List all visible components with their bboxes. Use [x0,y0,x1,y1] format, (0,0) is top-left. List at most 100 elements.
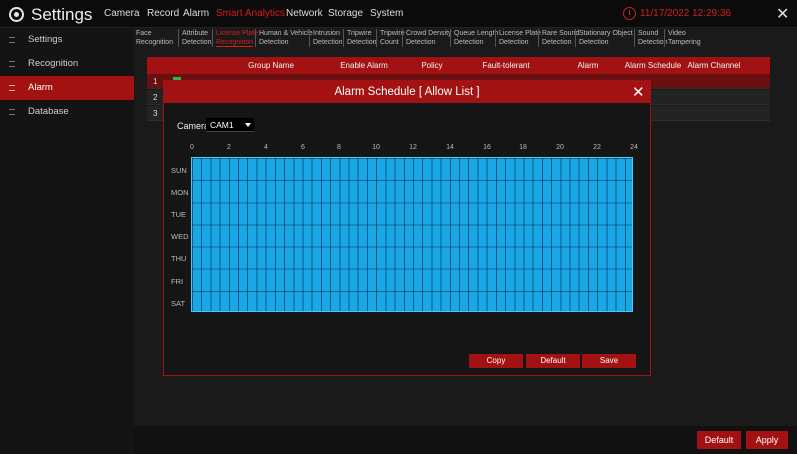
default-button[interactable]: Default [526,354,580,368]
subtab-line: Tampering [668,39,701,46]
dialog-header: Alarm Schedule [ Allow List ] ✕ [164,81,650,103]
subtab-sound-detection[interactable]: Sound Detection [634,29,668,47]
subtab-video-tampering[interactable]: Video Tampering [664,29,701,47]
close-icon[interactable]: ✕ [776,4,789,24]
menu-system[interactable]: System [370,8,403,19]
subtab-line: Detection [313,39,343,46]
hour-label: 4 [264,144,268,151]
subtab-license-plate-detection[interactable]: License Plate Detection [495,29,541,47]
subtab-line: License Plate [499,30,542,37]
dialog-body: Alarm Schedule [ Allow List ] ✕ Camera C… [163,80,651,376]
hour-label: 16 [483,144,491,151]
gear-icon [9,7,24,22]
top-bar: Settings Camera Record Alarm Smart Analy… [0,0,797,28]
subtab-line: Face [136,30,152,37]
subtab-tripwire-detection[interactable]: Tripwire Detection [343,29,377,47]
subtab-line: Detection [347,39,377,46]
menu-network[interactable]: Network [286,8,323,19]
sidebar-item-label: Alarm [28,82,53,93]
apply-button[interactable]: Apply [746,431,788,449]
list-icon [9,109,15,115]
list-icon [9,61,15,67]
schedule-grid[interactable] [191,157,633,312]
subtab-line: Detection [406,39,436,46]
menu-alarm[interactable]: Alarm [183,8,209,19]
col-enable-alarm[interactable]: Enable Alarm [340,61,388,70]
subtab-line: Detection [182,39,212,46]
col-group-name: Group Name [248,61,294,70]
subtab-line: Detection [542,39,572,46]
alarm-schedule-dialog: Alarm Schedule [ Allow List ] ✕ Camera C… [155,80,655,380]
copy-button[interactable]: Copy [469,354,523,368]
subtab-line: Stationary Object [579,30,633,37]
list-icon [9,37,15,43]
day-label: WED [171,232,189,241]
clock-icon [623,7,636,20]
subtab-line: Recognition [216,39,253,47]
camera-select-value: CAM1 [210,120,234,130]
subtab-rare-sound-detection[interactable]: Rare Sound Detection [538,29,579,47]
hour-label: 18 [519,144,527,151]
hour-label: 22 [593,144,601,151]
sidebar-item-label: Database [28,106,69,117]
subtab-line: Sound [638,30,659,37]
hour-label: 12 [409,144,417,151]
hour-label: 0 [190,144,194,151]
subtab-intrusion-detection[interactable]: Intrusion Detection [309,29,343,47]
hour-label: 20 [556,144,564,151]
hour-label: 2 [227,144,231,151]
day-label: TUE [171,210,186,219]
subtab-human-vehicle-detection[interactable]: Human & Vehicle Detection [255,29,313,47]
close-icon[interactable]: ✕ [632,83,645,101]
hour-label: 24 [630,144,638,151]
sidebar-item-recognition[interactable]: Recognition [0,52,134,76]
menu-storage[interactable]: Storage [328,8,363,19]
subtab-face-recognition[interactable]: Face Recognition [136,29,173,47]
menu-record[interactable]: Record [147,8,179,19]
col-alarm: Alarm [577,61,599,70]
subtab-line: Video [668,30,686,37]
subtab-line: Detection [259,39,289,46]
table-header: Group Name Enable Alarm Policy Fault-tol… [147,57,770,74]
col-policy: Policy [421,61,443,70]
camera-select[interactable]: CAM1 [206,118,254,132]
subtab-license-plate-recognition[interactable]: License Plate Recognition [212,29,258,47]
col-alarm-channel: Alarm Channel [687,61,741,70]
sidebar-item-database[interactable]: Database [0,100,134,124]
dialog-title: Alarm Schedule [ Allow List ] [334,86,480,98]
subtab-line: Crowd Density [406,30,452,37]
save-button[interactable]: Save [582,354,636,368]
subtab-queue-length-detection[interactable]: Queue Length Detection [450,29,498,47]
hour-label: 6 [301,144,305,151]
subtab-crowd-density-detection[interactable]: Crowd Density Detection [402,29,452,47]
sidebar-item-settings[interactable]: Settings [0,28,134,52]
subtab-line: Count [380,39,399,46]
subtab-line: Tripwire [380,30,405,37]
day-label: SAT [171,299,186,308]
subtab-line: Intrusion [313,30,340,37]
hour-label: 10 [372,144,380,151]
clock-text: 11/17/2022 12:29:36 [640,8,732,19]
menu-camera[interactable]: Camera [104,8,140,19]
chevron-down-icon [245,123,251,127]
hour-label: 14 [446,144,454,151]
app-title: Settings [31,5,93,24]
subtab-tripwire-count[interactable]: Tripwire Count [376,29,405,47]
subtab-line: Tripwire [347,30,372,37]
hour-label: 8 [337,144,341,151]
col-fault-tolerant: Fault-tolerant [482,61,530,70]
day-label: THU [171,254,187,263]
subtab-line: Detection [579,39,609,46]
subtab-line: Rare Sound [542,30,580,37]
day-label: FRI [171,277,184,286]
subtab-stationary-object-detection[interactable]: Stationary Object Detection [575,29,633,47]
subtab-line: Detection [499,39,529,46]
sidebar-item-label: Recognition [28,58,79,69]
subtab-line: License Plate [216,30,259,37]
subtab-attribute-detection[interactable]: Attribute Detection [178,29,212,47]
footer-default-button[interactable]: Default [697,431,741,449]
sidebar-item-alarm[interactable]: Alarm [0,76,134,100]
subtab-line: Recognition [136,39,173,46]
menu-smart-analytics[interactable]: Smart Analytics [216,8,285,19]
day-label: MON [171,188,189,197]
